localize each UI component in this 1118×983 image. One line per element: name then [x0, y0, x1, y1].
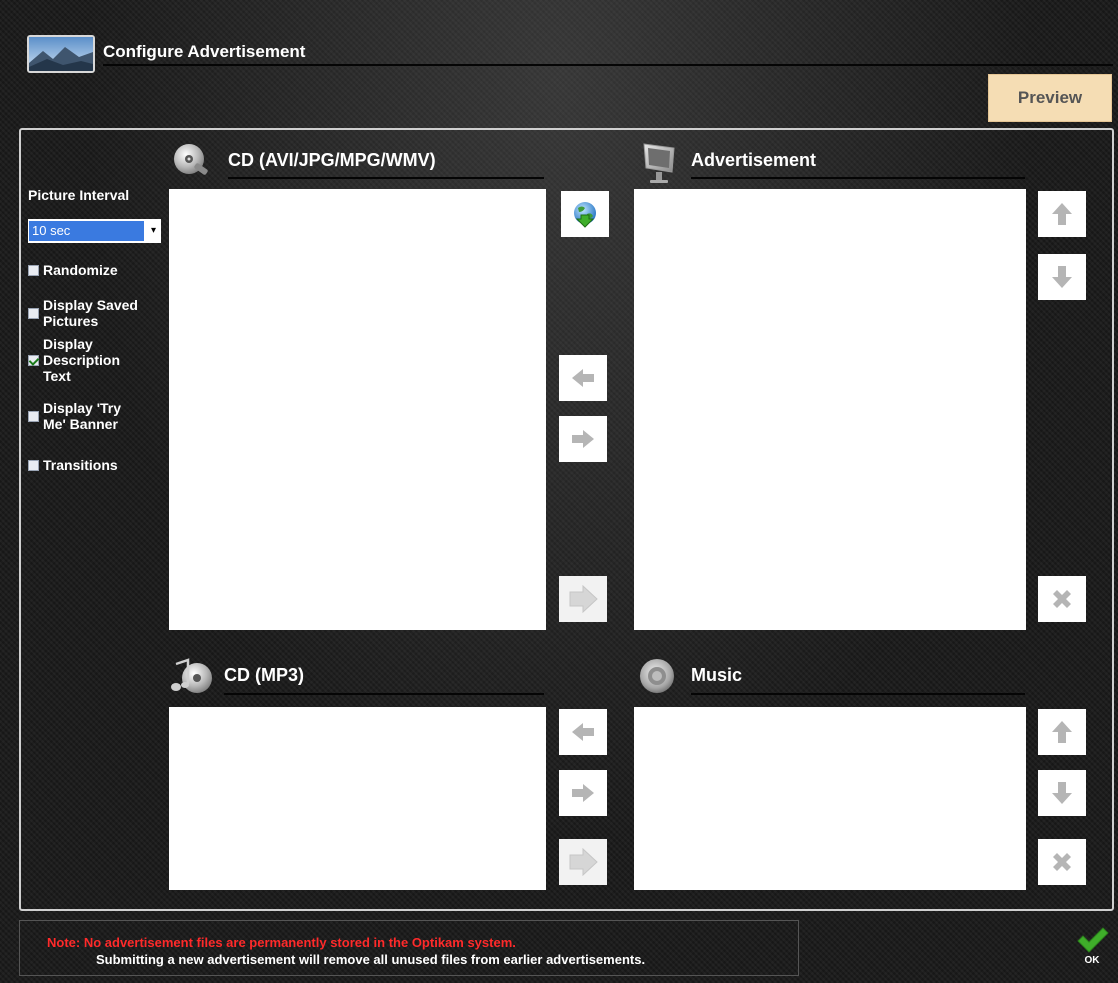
- arrow-up-icon: [1052, 721, 1072, 743]
- ok-button[interactable]: OK: [1068, 925, 1116, 975]
- advertisement-file-list[interactable]: [634, 189, 1026, 630]
- label-line: Pictures: [43, 313, 99, 329]
- dropdown-arrow-icon[interactable]: ▾: [146, 221, 161, 241]
- move-left-button[interactable]: [559, 355, 607, 401]
- music-file-list[interactable]: [634, 707, 1026, 890]
- music-move-right-button[interactable]: [559, 770, 607, 816]
- arrow-down-icon: [1052, 782, 1072, 804]
- music-move-left-button[interactable]: [559, 709, 607, 755]
- arrow-right-icon: [572, 784, 594, 802]
- advertisement-section-title: Advertisement: [691, 150, 817, 170]
- picture-interval-value: 10 sec: [29, 221, 144, 241]
- display-description-text-label: Display Description Text: [43, 336, 120, 384]
- label-line: Me' Banner: [43, 416, 118, 432]
- note-info-text: Submitting a new advertisement will remo…: [96, 952, 646, 967]
- cd-icon: [172, 142, 212, 183]
- label-line: Display Saved: [43, 297, 138, 313]
- display-try-me-banner-label: Display 'Try Me' Banner: [43, 400, 121, 432]
- cd-mp3-section-title: CD (MP3): [224, 665, 304, 685]
- music-move-up-button[interactable]: [1038, 709, 1086, 755]
- remove-advertisement-button[interactable]: [1038, 576, 1086, 622]
- label-line: Display: [43, 336, 93, 352]
- display-saved-pictures-option[interactable]: Display Saved Pictures: [28, 297, 138, 329]
- globe-download-icon: [574, 202, 596, 228]
- monitor-icon: [640, 140, 680, 191]
- page-title: Configure Advertisement: [103, 42, 306, 61]
- ok-label: OK: [1084, 955, 1100, 966]
- display-try-me-banner-checkbox[interactable]: [28, 410, 39, 422]
- music-section-title: Music: [691, 665, 743, 685]
- cd-media-section-title: CD (AVI/JPG/MPG/WMV): [228, 150, 436, 170]
- move-up-button[interactable]: [1038, 191, 1086, 237]
- note-warning-text: Note: No advertisement files are permane…: [47, 935, 516, 950]
- move-right-button[interactable]: [559, 416, 607, 462]
- label-line: Text: [43, 368, 71, 384]
- move-down-button[interactable]: [1038, 254, 1086, 300]
- close-icon: [1053, 590, 1071, 608]
- music-move-all-right-button[interactable]: [559, 839, 607, 885]
- arrow-right-large-icon: [569, 847, 598, 877]
- section-divider: [691, 693, 1025, 695]
- download-to-advertisement-button[interactable]: [561, 191, 609, 237]
- display-saved-pictures-checkbox[interactable]: [28, 307, 39, 319]
- preview-button[interactable]: Preview: [988, 74, 1112, 122]
- display-try-me-banner-option[interactable]: Display 'Try Me' Banner: [28, 400, 121, 432]
- speaker-icon: [637, 656, 677, 701]
- randomize-checkbox[interactable]: [28, 264, 39, 276]
- section-divider: [228, 177, 544, 179]
- arrow-up-icon: [1052, 203, 1072, 225]
- title-divider: [103, 64, 1113, 66]
- arrow-right-icon: [572, 430, 594, 448]
- music-cd-icon: [170, 656, 214, 701]
- arrow-down-icon: [1052, 266, 1072, 288]
- close-icon: [1053, 853, 1071, 871]
- randomize-label: Randomize: [43, 262, 118, 278]
- section-divider: [224, 693, 544, 695]
- arrow-left-icon: [572, 369, 594, 387]
- remove-music-button[interactable]: [1038, 839, 1086, 885]
- move-all-right-button[interactable]: [559, 576, 607, 622]
- transitions-checkbox[interactable]: [28, 459, 39, 471]
- display-description-text-checkbox[interactable]: [28, 354, 39, 366]
- cd-media-file-list[interactable]: [169, 189, 546, 630]
- picture-interval-label: Picture Interval: [28, 187, 130, 203]
- music-move-down-button[interactable]: [1038, 770, 1086, 816]
- display-description-text-option[interactable]: Display Description Text: [28, 336, 120, 384]
- randomize-option[interactable]: Randomize: [28, 262, 118, 278]
- picture-interval-select[interactable]: 10 sec ▾: [28, 219, 161, 243]
- display-saved-pictures-label: Display Saved Pictures: [43, 297, 138, 329]
- transitions-option[interactable]: Transitions: [28, 457, 118, 473]
- transitions-label: Transitions: [43, 457, 118, 473]
- app-logo-icon: [27, 35, 95, 73]
- label-line: Display 'Try: [43, 400, 122, 416]
- arrow-right-large-icon: [569, 584, 598, 614]
- section-divider: [691, 177, 1025, 179]
- checkmark-icon: [1077, 927, 1109, 953]
- cd-mp3-file-list[interactable]: [169, 707, 546, 890]
- arrow-left-icon: [572, 723, 594, 741]
- label-line: Description: [43, 352, 121, 368]
